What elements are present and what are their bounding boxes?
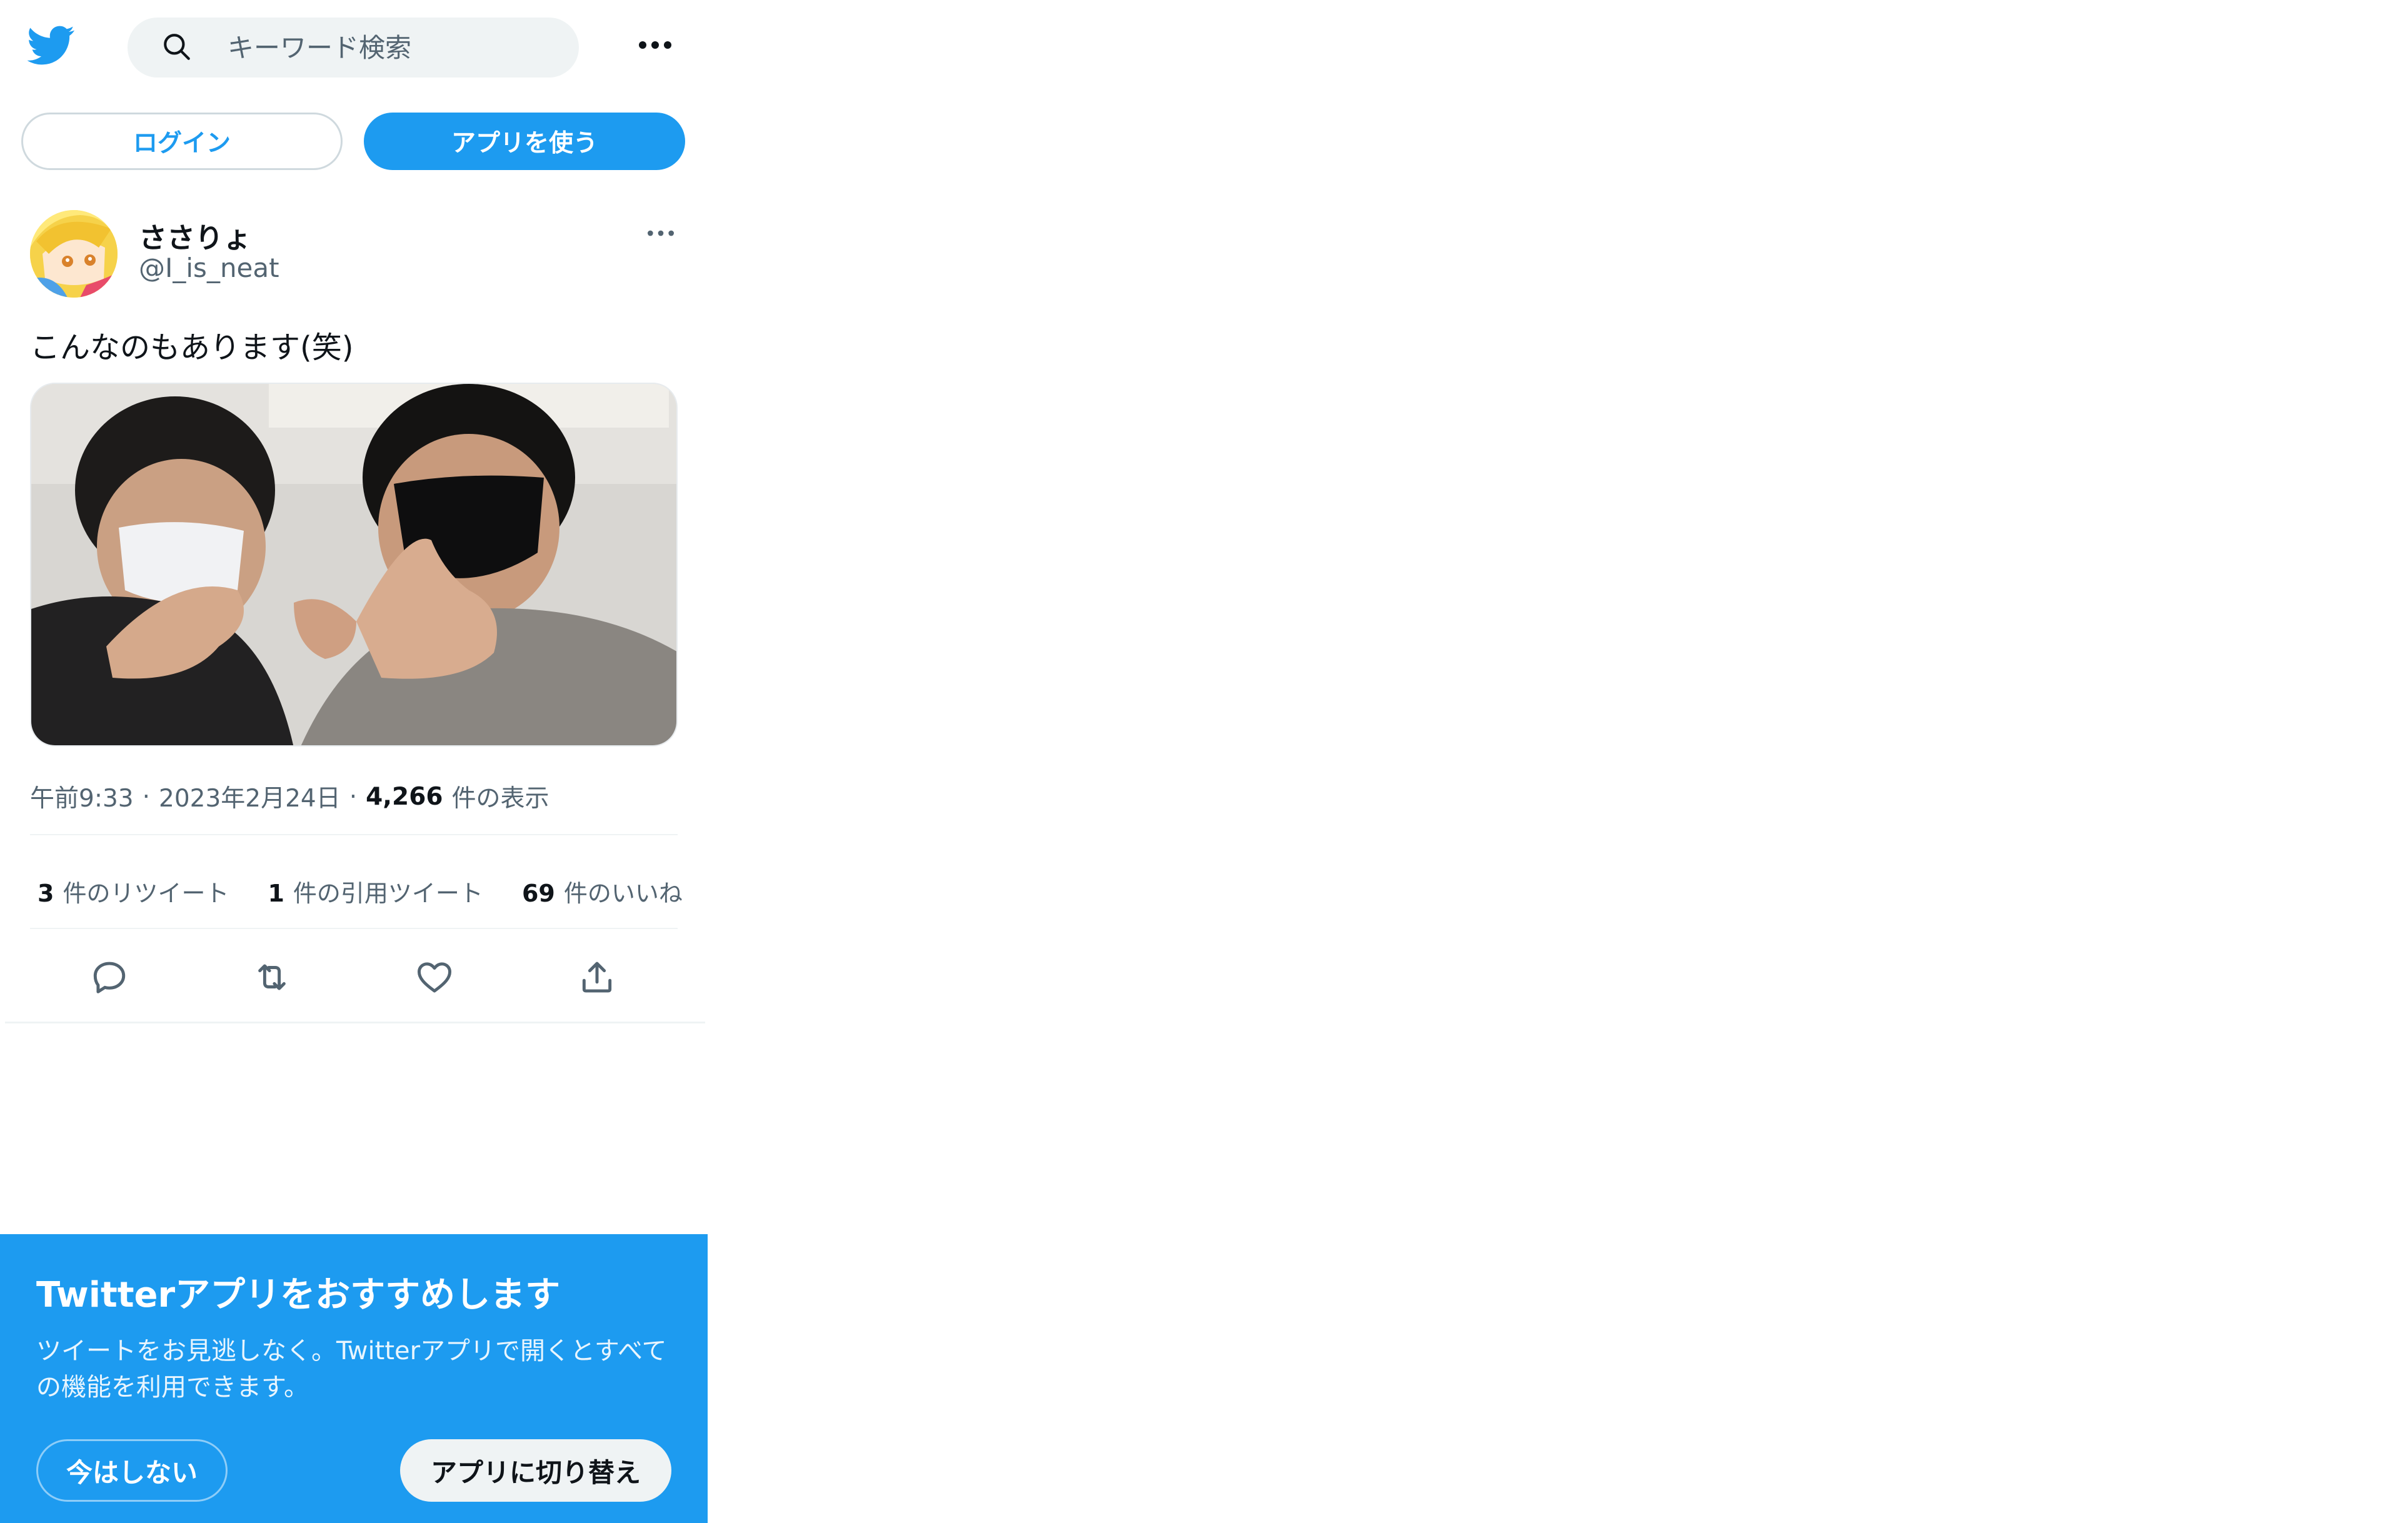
twitter-bird-icon[interactable]	[28, 21, 75, 69]
retweets-label: 件のリツイート	[63, 880, 229, 907]
likes-count: 69	[521, 880, 555, 907]
tweet-text: こんなのもあります(笑)	[30, 330, 354, 365]
tweet-stats: 3 件のリツイート 1 件の引用ツイート 69 件のいいね	[38, 874, 683, 908]
use-app-button[interactable]: アプリを使う	[364, 113, 685, 170]
tweet-photo[interactable]	[30, 383, 678, 746]
login-button[interactable]: ログイン	[21, 113, 343, 170]
retweets-count: 3	[38, 880, 54, 907]
avatar[interactable]	[30, 210, 118, 298]
separator-dot: ·	[349, 782, 358, 811]
tweet-meta: 午前9:33 · 2023年2月24日 · 4,266 件の表示	[30, 779, 549, 814]
switch-to-app-button[interactable]: アプリに切り替え	[400, 1439, 671, 1502]
user-handle[interactable]: @I_is_neat	[139, 253, 279, 283]
tweet-photo-image	[31, 384, 676, 745]
divider	[30, 834, 678, 835]
retweet-icon[interactable]	[253, 958, 291, 997]
divider	[30, 928, 678, 929]
likes-stat[interactable]: 69 件のいいね	[522, 874, 683, 908]
share-icon[interactable]	[578, 958, 616, 997]
views-count: 4,266	[366, 782, 443, 811]
quotes-count: 1	[268, 880, 284, 907]
search-bar[interactable]	[128, 18, 579, 78]
views-label: 件の表示	[451, 785, 549, 813]
like-icon[interactable]	[415, 958, 454, 997]
quotes-stat[interactable]: 1 件の引用ツイート	[268, 874, 483, 908]
more-horizontal-icon[interactable]	[636, 33, 674, 58]
quotes-label: 件の引用ツイート	[293, 880, 483, 907]
tweet-more-icon[interactable]	[645, 224, 676, 243]
tweet-bottom-border	[5, 1022, 705, 1023]
tweet-actions	[30, 952, 678, 1002]
tweet-time[interactable]: 午前9:33	[30, 779, 134, 814]
avatar-image	[30, 210, 118, 298]
promo-title: Twitterアプリをおすすめします	[36, 1275, 561, 1315]
mobile-column: ログイン アプリを使う ささりょ @I_is_neat こんなのもあります(笑)	[0, 0, 708, 1523]
app-promo-sheet: Twitterアプリをおすすめします ツイートをお見逃しなく。Twitterアプ…	[0, 1234, 708, 1523]
search-input[interactable]	[228, 18, 553, 78]
promo-body: ツイートをお見逃しなく。Twitterアプリで開くとすべての機能を利用できます。	[36, 1337, 667, 1402]
retweets-stat[interactable]: 3 件のリツイート	[38, 874, 229, 908]
separator-dot: ·	[142, 782, 150, 811]
not-now-button[interactable]: 今はしない	[36, 1439, 228, 1502]
search-icon	[164, 34, 190, 60]
likes-label: 件のいいね	[563, 880, 683, 907]
display-name[interactable]: ささりょ	[139, 215, 251, 256]
tweet-date[interactable]: 2023年2月24日	[159, 779, 341, 814]
reply-icon[interactable]	[90, 958, 129, 997]
